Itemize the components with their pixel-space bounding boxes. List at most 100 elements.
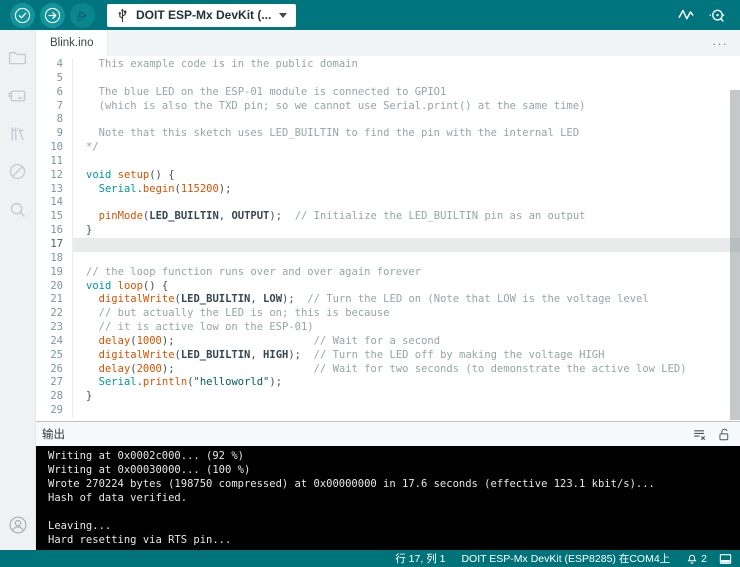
status-bar: 行 17, 列 1 DOIT ESP-Mx DevKit (ESP8285) 在… bbox=[0, 550, 740, 567]
account-icon bbox=[7, 514, 29, 536]
sidebar-item-boards-manager[interactable] bbox=[0, 76, 36, 114]
code-line[interactable]: 11 bbox=[36, 154, 740, 169]
code-editor[interactable]: 4 This example code is in the public dom… bbox=[36, 56, 740, 421]
code-text bbox=[72, 251, 740, 266]
code-line[interactable]: 24 delay(1000); // Wait for a second bbox=[36, 334, 740, 349]
line-number: 16 bbox=[50, 224, 63, 237]
board-selector[interactable]: DOIT ESP-Mx DevKit (... bbox=[107, 3, 297, 27]
line-number: 6 bbox=[56, 85, 63, 98]
code-text: digitalWrite(LED_BUILTIN, LOW); // Turn … bbox=[72, 293, 740, 308]
code-line[interactable]: 23 // it is active low on the ESP-01) bbox=[36, 321, 740, 335]
editor-scrollbar[interactable] bbox=[730, 90, 740, 420]
serial-monitor-button[interactable] bbox=[708, 6, 727, 25]
tab-blink-ino[interactable]: Blink.ino bbox=[36, 30, 109, 56]
code-line[interactable]: 9 Note that this sketch uses LED_BUILTIN… bbox=[36, 127, 740, 142]
sidebar-item-library-manager[interactable] bbox=[0, 114, 36, 152]
code-line[interactable]: 26 delay(2000); // Wait for two seconds … bbox=[36, 362, 740, 377]
notifications-button[interactable]: 2 bbox=[686, 553, 707, 565]
line-number: 13 bbox=[50, 182, 63, 195]
code-line[interactable]: 20 void loop() { bbox=[36, 279, 740, 294]
usb-plug-icon bbox=[116, 8, 129, 23]
code-line[interactable]: 17 bbox=[36, 237, 740, 252]
code-line[interactable]: 6 The blue LED on the ESP-01 module is c… bbox=[36, 85, 740, 100]
code-text: */ bbox=[72, 141, 740, 155]
verify-button[interactable] bbox=[10, 2, 35, 28]
code-text: delay(1000); // Wait for a second bbox=[72, 334, 740, 349]
toggle-panel-button[interactable] bbox=[719, 553, 732, 565]
lock-open-icon[interactable] bbox=[718, 427, 731, 442]
code-line[interactable]: 12 void setup() { bbox=[36, 168, 740, 183]
line-number: 7 bbox=[56, 99, 63, 112]
code-text bbox=[72, 154, 740, 169]
code-line[interactable]: 28} bbox=[36, 390, 740, 405]
code-line[interactable]: 21 digitalWrite(LED_BUILTIN, LOW); // Tu… bbox=[36, 293, 740, 308]
line-number: 9 bbox=[56, 127, 63, 140]
circuit-board-icon bbox=[7, 85, 28, 106]
line-number: 26 bbox=[50, 362, 63, 375]
code-text bbox=[72, 237, 740, 252]
sidebar-item-sketchbook[interactable] bbox=[0, 38, 36, 76]
notification-count: 2 bbox=[701, 552, 707, 565]
line-number: 17 bbox=[50, 237, 63, 250]
code-line[interactable]: 18 bbox=[36, 251, 740, 266]
code-line[interactable]: 19 // the loop function runs over and ove… bbox=[36, 265, 740, 280]
account-button[interactable] bbox=[0, 506, 36, 544]
sidebar-item-search[interactable] bbox=[0, 190, 36, 228]
debug-button[interactable] bbox=[70, 2, 95, 28]
code-text: Serial.println("helloworld"); bbox=[72, 376, 740, 391]
output-console[interactable]: Writing at 0x0002c000... (92 %) Writing … bbox=[36, 446, 740, 550]
no-entry-icon bbox=[7, 161, 28, 182]
line-number: 11 bbox=[50, 154, 63, 167]
tab-bar: Blink.ino ··· bbox=[36, 30, 740, 56]
code-line[interactable]: 25 digitalWrite(LED_BUILTIN, HIGH); // T… bbox=[36, 348, 740, 363]
code-line[interactable]: 13 Serial.begin(115200); bbox=[36, 182, 740, 197]
tab-label: Blink.ino bbox=[50, 37, 94, 49]
code-text: } bbox=[72, 390, 740, 405]
cursor-position[interactable]: 行 17, 列 1 bbox=[395, 551, 445, 566]
right-arrow-icon bbox=[44, 7, 61, 24]
statusbar-board-port[interactable]: DOIT ESP-Mx DevKit (ESP8285) 在COM4上 bbox=[461, 551, 670, 566]
code-line[interactable]: 10 */ bbox=[36, 141, 740, 155]
code-line[interactable]: 5 bbox=[36, 71, 740, 86]
code-text: Serial.begin(115200); bbox=[72, 182, 740, 197]
code-text: void setup() { bbox=[72, 168, 740, 183]
code-text: (which is also the TXD pin; so we cannot… bbox=[72, 99, 740, 114]
code-line[interactable]: 15 pinMode(LED_BUILTIN, OUTPUT); // Init… bbox=[36, 210, 740, 225]
line-number: 14 bbox=[50, 196, 63, 209]
line-number: 20 bbox=[50, 279, 63, 292]
output-panel-title: 输出 bbox=[42, 429, 65, 441]
folder-icon bbox=[7, 47, 28, 68]
code-line[interactable]: 16} bbox=[36, 224, 740, 238]
code-text: This example code is in the public domai… bbox=[72, 58, 740, 72]
upload-button[interactable] bbox=[40, 2, 65, 28]
code-line[interactable]: 27 Serial.println("helloworld"); bbox=[36, 376, 740, 391]
code-lines: 4 This example code is in the public dom… bbox=[36, 56, 740, 418]
code-line[interactable]: 29 bbox=[36, 404, 740, 418]
code-line[interactable]: 7 (which is also the TXD pin; so we cann… bbox=[36, 99, 740, 114]
code-line[interactable]: 4 This example code is in the public dom… bbox=[36, 58, 740, 72]
line-number: 21 bbox=[50, 293, 63, 306]
code-line[interactable]: 14 bbox=[36, 196, 740, 211]
debug-icon bbox=[74, 7, 91, 24]
more-actions-icon[interactable]: ··· bbox=[712, 36, 728, 51]
arduino-ide-window: DOIT ESP-Mx DevKit (... Blink.ino ··· 4 … bbox=[0, 0, 740, 567]
line-number: 24 bbox=[50, 334, 63, 347]
clear-output-button[interactable] bbox=[692, 427, 707, 442]
code-text bbox=[72, 71, 740, 86]
line-number: 22 bbox=[50, 307, 63, 320]
line-number: 28 bbox=[50, 390, 63, 403]
chevron-down-icon bbox=[279, 12, 288, 18]
code-line[interactable]: 8 bbox=[36, 113, 740, 128]
sidebar-item-debug[interactable] bbox=[0, 152, 36, 190]
line-number: 18 bbox=[50, 251, 63, 264]
activity-bar bbox=[0, 30, 36, 550]
code-line[interactable]: 22 // but actually the LED is on; this i… bbox=[36, 307, 740, 322]
line-number: 27 bbox=[50, 376, 63, 389]
code-text: The blue LED on the ESP-01 module is con… bbox=[72, 85, 740, 100]
serial-plotter-button[interactable] bbox=[677, 6, 695, 24]
line-number: 25 bbox=[50, 348, 63, 361]
code-text bbox=[72, 196, 740, 211]
code-text: void loop() { bbox=[72, 279, 740, 294]
line-number: 10 bbox=[50, 141, 63, 154]
check-icon bbox=[14, 7, 31, 24]
